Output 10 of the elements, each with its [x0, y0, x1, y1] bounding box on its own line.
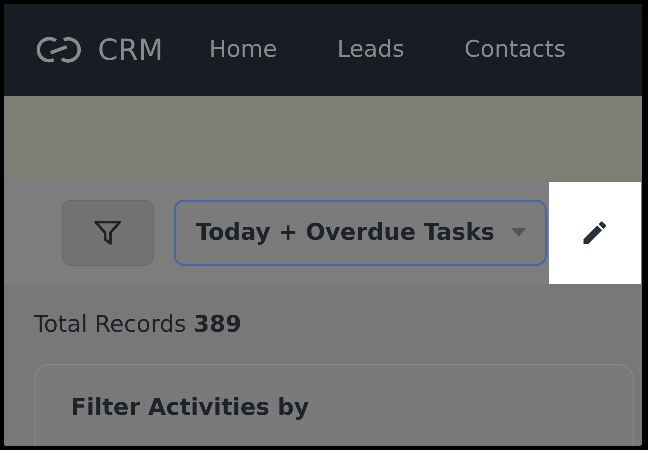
filter-button[interactable] — [62, 200, 154, 266]
total-records: Total Records 389 — [34, 312, 243, 338]
filter-title: Filter Activities by — [71, 395, 310, 421]
caret-icon — [510, 228, 527, 238]
nav-link[interactable]: Contacts — [464, 37, 566, 63]
nav-link[interactable]: Home — [209, 37, 278, 63]
edit-button[interactable] — [548, 182, 641, 284]
brand-name: CRM — [98, 33, 164, 67]
view-dropdown[interactable]: Today + Overdue Tasks — [174, 200, 547, 266]
nav-link[interactable]: Leads — [337, 37, 405, 63]
